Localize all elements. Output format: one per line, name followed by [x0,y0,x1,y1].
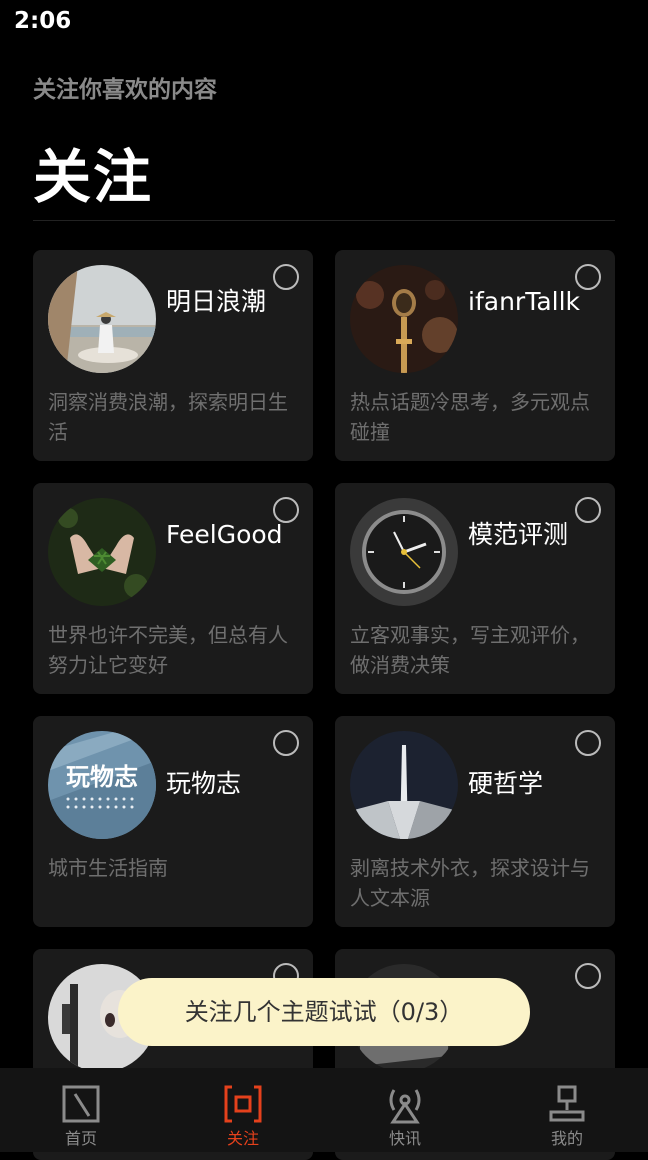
select-radio[interactable] [575,963,601,989]
tab-follow[interactable]: 关注 [162,1068,324,1152]
bottom-tab-bar: 首页 关注 快讯 我的 [0,1068,648,1152]
topic-description: 热点话题冷思考，多元观点碰撞 [350,390,590,444]
topic-name: FeelGood [166,520,283,549]
topic-card-yingzhexue[interactable]: 硬哲学 剥离技术外衣，探求设计与人文本源 [335,716,615,927]
topic-name: ifanrTallk [468,287,581,316]
topic-avatar-image: 玩物志 [48,731,156,839]
tab-label: 首页 [64,1129,97,1148]
follow-hint-toast: 关注几个主题试试（0/3） [118,978,530,1046]
topic-name: 明日浪潮 [166,287,267,316]
topic-avatar-image [350,731,458,839]
tab-label: 快讯 [388,1129,421,1148]
topic-name: 硬哲学 [468,769,544,798]
home-icon [62,1085,100,1123]
tab-home[interactable]: 首页 [0,1068,162,1152]
topic-avatar-image [350,498,458,606]
topic-description: 城市生活指南 [48,856,168,880]
topic-description: 剥离技术外衣，探求设计与人文本源 [350,856,590,910]
select-radio[interactable] [273,264,299,290]
topic-name: 模范评测 [468,520,569,549]
topic-avatar-image [48,498,156,606]
page-title: 关注 [33,143,154,211]
topic-description: 世界也许不完美，但总有人努力让它变好 [48,623,288,677]
tab-label: 我的 [550,1129,583,1148]
select-radio[interactable] [273,730,299,756]
tab-profile[interactable]: 我的 [486,1068,648,1152]
select-radio[interactable] [575,264,601,290]
topic-card-mingri[interactable]: 明日浪潮 洞察消费浪潮，探索明日生活 [33,250,313,461]
topic-card-mofan[interactable]: 模范评测 立客观事实，写主观评价，做消费决策 [335,483,615,694]
topic-avatar-image [48,265,156,373]
broadcast-icon [389,1089,421,1124]
select-radio[interactable] [575,497,601,523]
tab-label: 关注 [226,1129,259,1148]
select-radio[interactable] [575,730,601,756]
topic-card-ifanrtalk[interactable]: ifanrTallk 热点话题冷思考，多元观点碰撞 [335,250,615,461]
topic-card-feelgood[interactable]: FeelGood 世界也许不完美，但总有人努力让它变好 [33,483,313,694]
topic-description: 立客观事实，写主观评价，做消费决策 [350,623,590,677]
divider [33,220,615,221]
tab-news[interactable]: 快讯 [324,1068,486,1152]
topic-card-wanwuzhi[interactable]: 玩物志 玩物志 城市生活指南 [33,716,313,927]
avatar-lettering: 玩物志 [66,763,138,791]
topic-description: 洞察消费浪潮，探索明日生活 [48,390,288,444]
topic-name: 玩物志 [166,769,242,798]
select-radio[interactable] [273,497,299,523]
page-subtitle: 关注你喜欢的内容 [33,77,217,103]
topic-avatar-image [350,265,458,373]
status-time: 2:06 [14,8,72,34]
follow-icon [224,1085,262,1123]
profile-icon [549,1085,585,1122]
